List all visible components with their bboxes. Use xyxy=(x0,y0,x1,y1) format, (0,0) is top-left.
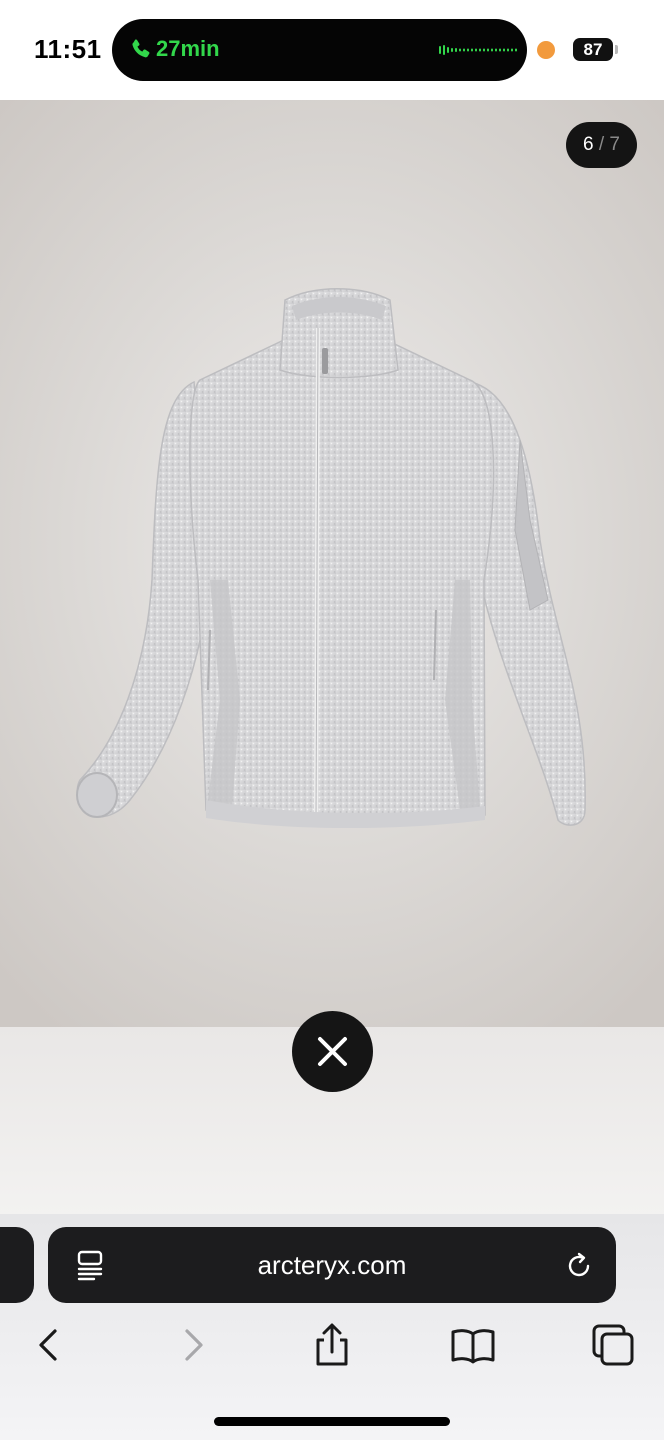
phone-icon xyxy=(132,39,150,58)
battery-indicator: 87 xyxy=(573,38,613,61)
close-viewer-button[interactable] xyxy=(292,1011,373,1092)
counter-separator: / xyxy=(598,134,605,155)
tabs-icon[interactable] xyxy=(590,1322,636,1368)
image-counter: 6 / 7 xyxy=(566,122,637,168)
share-icon[interactable] xyxy=(309,1322,355,1368)
waveform-icon xyxy=(439,45,517,55)
call-duration: 27min xyxy=(156,36,220,61)
home-indicator[interactable] xyxy=(214,1417,450,1426)
battery-cap xyxy=(615,45,618,54)
previous-tab-preview[interactable] xyxy=(0,1227,34,1303)
screen: 11:51 27min 87 6 / 7 arcteryx.com xyxy=(0,0,664,1440)
address-bar[interactable]: arcteryx.com xyxy=(48,1227,616,1303)
url-text[interactable]: arcteryx.com xyxy=(48,1250,616,1281)
product-image-viewer[interactable]: 6 / 7 xyxy=(0,100,664,1027)
bookmarks-icon[interactable] xyxy=(450,1322,496,1368)
recording-indicator xyxy=(537,41,555,59)
current-image-number: 6 xyxy=(583,134,594,155)
close-icon xyxy=(318,1037,347,1066)
status-bar: 11:51 27min 87 xyxy=(0,0,664,100)
clock: 11:51 xyxy=(34,34,102,64)
product-image xyxy=(76,288,586,829)
total-image-count: 7 xyxy=(609,134,620,155)
reload-icon[interactable] xyxy=(564,1251,594,1281)
forward-icon[interactable] xyxy=(170,1322,216,1368)
back-icon[interactable] xyxy=(26,1322,72,1368)
call-activity-pill[interactable]: 27min xyxy=(112,19,527,81)
